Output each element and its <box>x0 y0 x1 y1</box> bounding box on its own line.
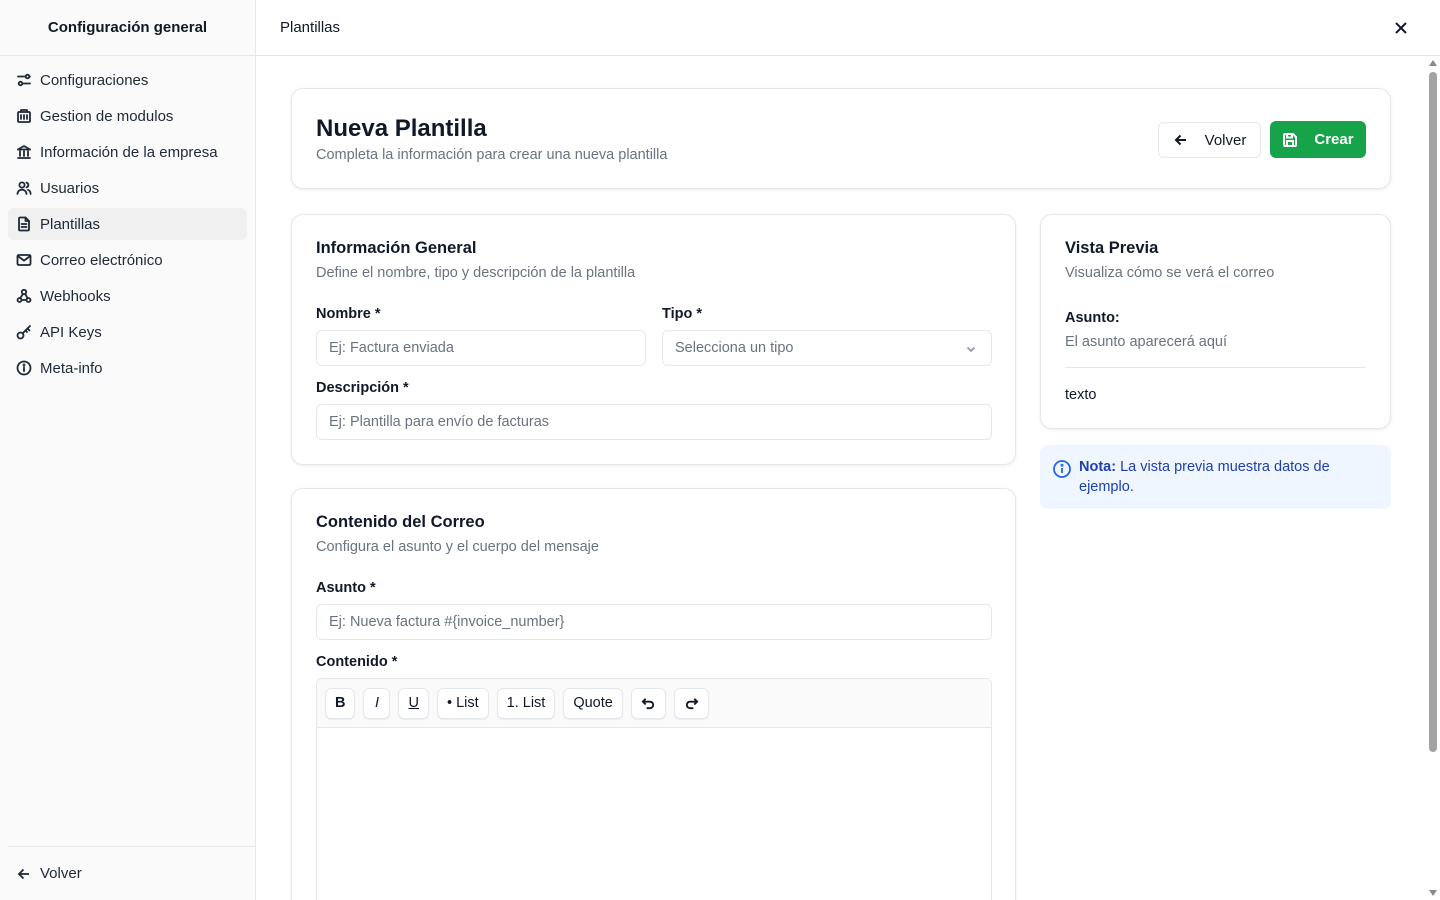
preview-divider <box>1065 367 1366 368</box>
ordered-list-button[interactable]: 1. List <box>496 687 556 719</box>
create-button-label: Crear <box>1314 131 1354 148</box>
main-scrollbar[interactable] <box>1428 58 1438 900</box>
preview-subtitle: Visualiza cómo se verá el correo <box>1065 265 1275 281</box>
sidebar-title: Configuración general <box>0 0 255 56</box>
preview-body: texto <box>1065 387 1097 403</box>
preview-subject-value: El asunto aparecerá aquí <box>1065 334 1228 350</box>
preview-title: Vista Previa <box>1065 239 1159 257</box>
sidebar-item-configuraciones[interactable]: Configuraciones <box>8 64 247 96</box>
page-subtitle: Completa la información para crear una n… <box>316 147 668 163</box>
sidebar-item-label: Configuraciones <box>40 71 149 89</box>
general-info-card: Información General Define el nombre, ti… <box>291 214 1016 465</box>
redo-button[interactable] <box>673 687 709 719</box>
arrow-left-icon <box>1174 134 1186 146</box>
sidebar-item-label: Información de la empresa <box>40 143 218 161</box>
users-icon <box>16 180 32 196</box>
sidebar-item-api-keys[interactable]: API Keys <box>8 316 247 348</box>
sidebar-item-label: Gestion de modulos <box>40 107 174 125</box>
redo-icon <box>685 697 699 709</box>
page-header-card: Nueva Plantilla Completa la información … <box>291 88 1391 189</box>
mail-icon <box>16 252 32 268</box>
topbar: Plantillas <box>256 0 1440 56</box>
undo-icon <box>641 697 654 709</box>
rich-text-editor: B I U • List 1. List Quote <box>316 678 992 900</box>
close-icon <box>1395 22 1407 34</box>
sidebar-item-label: Correo electrónico <box>40 251 163 269</box>
sidebar-item-label: Meta-info <box>40 359 103 377</box>
undo-button[interactable] <box>630 687 666 719</box>
note-label: Nota: <box>1079 459 1117 475</box>
sidebar-back-button[interactable]: Volver <box>8 846 255 900</box>
general-info-title: Información General <box>316 239 477 257</box>
type-label: Tipo * <box>662 306 703 322</box>
subject-input[interactable] <box>316 604 992 640</box>
description-input[interactable] <box>316 404 992 440</box>
bank-icon <box>16 144 32 160</box>
file-text-icon <box>16 216 32 232</box>
info-icon <box>1052 459 1072 479</box>
note-text: La vista previa muestra datos de ejemplo… <box>1079 459 1330 495</box>
topbar-title: Plantillas <box>280 19 341 36</box>
preview-card: Vista Previa Visualiza cómo se verá el c… <box>1040 214 1391 429</box>
sidebar: Configuración general Configuraciones Ge… <box>0 0 256 900</box>
underline-button[interactable]: U <box>398 687 429 719</box>
sidebar-item-webhooks[interactable]: Webhooks <box>8 280 247 312</box>
sidebar-item-plantillas[interactable]: Plantillas <box>8 208 247 240</box>
sidebar-item-label: Webhooks <box>40 287 111 305</box>
back-button[interactable]: Volver <box>1158 122 1261 158</box>
general-info-subtitle: Define el nombre, tipo y descripción de … <box>316 265 636 281</box>
description-label: Descripción * <box>316 380 409 396</box>
name-input[interactable] <box>316 330 646 366</box>
email-content-card: Contenido del Correo Configura el asunto… <box>291 488 1016 900</box>
create-button[interactable]: Crear <box>1270 121 1366 158</box>
subject-label: Asunto * <box>316 580 376 596</box>
save-icon <box>1283 132 1298 147</box>
email-content-subtitle: Configura el asunto y el cuerpo del mens… <box>316 539 599 555</box>
page-title: Nueva Plantilla <box>316 115 487 142</box>
sidebar-item-modulos[interactable]: Gestion de modulos <box>8 100 247 132</box>
back-button-label: Volver <box>1204 131 1247 149</box>
sidebar-item-meta-info[interactable]: Meta-info <box>8 352 247 384</box>
key-icon <box>16 324 32 340</box>
preview-note: Nota: La vista previa muestra datos de e… <box>1040 445 1391 509</box>
sidebar-item-usuarios[interactable]: Usuarios <box>8 172 247 204</box>
italic-button[interactable]: I <box>363 687 391 719</box>
modules-icon <box>16 108 32 124</box>
scroll-thumb[interactable] <box>1429 72 1437 752</box>
sidebar-item-label: API Keys <box>40 323 102 341</box>
sidebar-nav: Configuraciones Gestion de modulos Infor… <box>0 56 255 396</box>
chevron-down-icon <box>966 346 976 353</box>
type-select-value: Selecciona un tipo <box>675 340 794 356</box>
body-label: Contenido * <box>316 654 398 670</box>
close-button[interactable] <box>1392 19 1410 37</box>
bold-button[interactable]: B <box>325 687 356 719</box>
preview-subject-label: Asunto: <box>1065 310 1120 326</box>
scroll-down-arrow[interactable] <box>1429 890 1437 896</box>
info-icon <box>16 360 32 376</box>
scroll-up-arrow[interactable] <box>1429 60 1437 66</box>
type-select[interactable]: Selecciona un tipo <box>662 330 992 366</box>
sidebar-item-correo[interactable]: Correo electrónico <box>8 244 247 276</box>
sidebar-back-label: Volver <box>40 865 82 882</box>
bullet-list-button[interactable]: • List <box>436 687 489 719</box>
quote-button[interactable]: Quote <box>563 687 623 719</box>
editor-content-area[interactable] <box>317 728 991 900</box>
sidebar-item-label: Usuarios <box>40 179 100 197</box>
arrow-left-icon <box>17 868 29 879</box>
editor-toolbar: B I U • List 1. List Quote <box>317 679 991 728</box>
sidebar-item-label: Plantillas <box>40 215 101 233</box>
email-content-title: Contenido del Correo <box>316 513 485 531</box>
sliders-icon <box>16 72 32 88</box>
sidebar-item-empresa[interactable]: Información de la empresa <box>8 136 247 168</box>
webhook-icon <box>16 288 32 304</box>
name-label: Nombre * <box>316 306 381 322</box>
